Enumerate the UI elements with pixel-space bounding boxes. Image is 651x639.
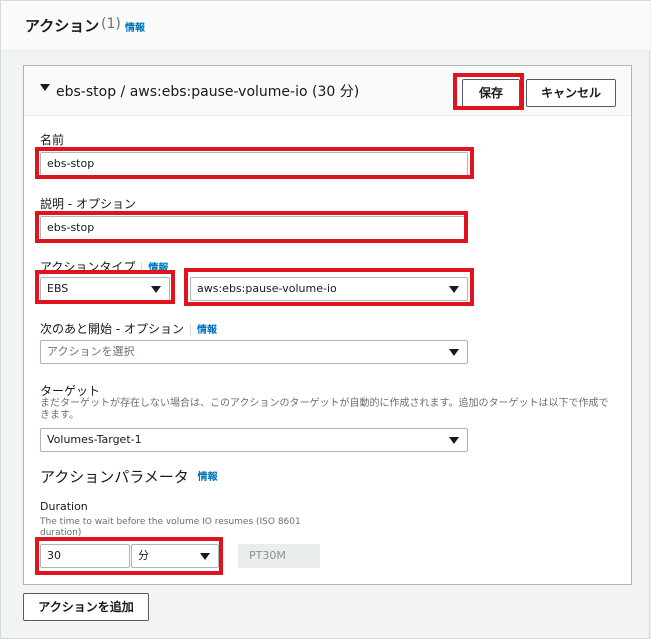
action-card: ebs-stop / aws:ebs:pause-volume-io (30 分… [23,65,632,585]
action-card-header: ebs-stop / aws:ebs:pause-volume-io (30 分… [24,66,631,116]
target-description: まだターゲットが存在しない場合は、このアクションのターゲットが自動的に作成されま… [40,398,609,421]
add-action-button[interactable]: アクションを追加 [23,593,149,621]
section-count: (1) [101,16,121,32]
section-title: アクション [25,17,100,35]
section-header: アクション (1) 情報 [1,1,650,51]
start-after-info-link[interactable]: 情報 [197,325,217,336]
duration-description-line: The time to wait before the volume IO re… [40,517,301,527]
start-after-select[interactable]: アクションを選択 [40,340,468,364]
highlight-service [35,270,175,304]
highlight-description [35,211,468,243]
dropdown-caret-icon [449,349,459,356]
action-card-title[interactable]: ebs-stop / aws:ebs:pause-volume-io (30 分… [56,81,359,101]
highlight-name [35,147,474,179]
dropdown-caret-icon [449,437,459,444]
name-label: 名前 [40,133,65,147]
duration-iso-field: PT30M [238,544,320,568]
highlight-save [453,73,524,110]
actions-section: アクション (1) 情報 ebs-stop / aws:ebs:pause-vo… [0,0,650,639]
start-after-label-text: 次のあと開始 - オプション [40,322,184,336]
duration-label: Duration [40,500,88,513]
target-label: ターゲット [40,384,101,398]
description-label: 説明 - オプション [40,197,136,211]
params-info-link[interactable]: 情報 [198,472,218,483]
caret-down-icon[interactable] [40,84,50,91]
section-info-link[interactable]: 情報 [125,19,145,34]
highlight-action [184,268,474,306]
params-heading: アクションパラメータ 情報 [40,466,218,487]
start-after-placeholder: アクションを選択 [47,345,135,358]
target-value: Volumes-Target-1 [47,433,142,446]
params-heading-text: アクションパラメータ [40,468,189,486]
highlight-duration [35,537,223,575]
divider [189,323,191,336]
target-select[interactable]: Volumes-Target-1 [40,428,468,452]
start-after-label: 次のあと開始 - オプション 情報 [40,320,217,337]
cancel-button[interactable]: キャンセル [526,79,616,107]
duration-description: The time to wait before the volume IO re… [40,517,310,539]
